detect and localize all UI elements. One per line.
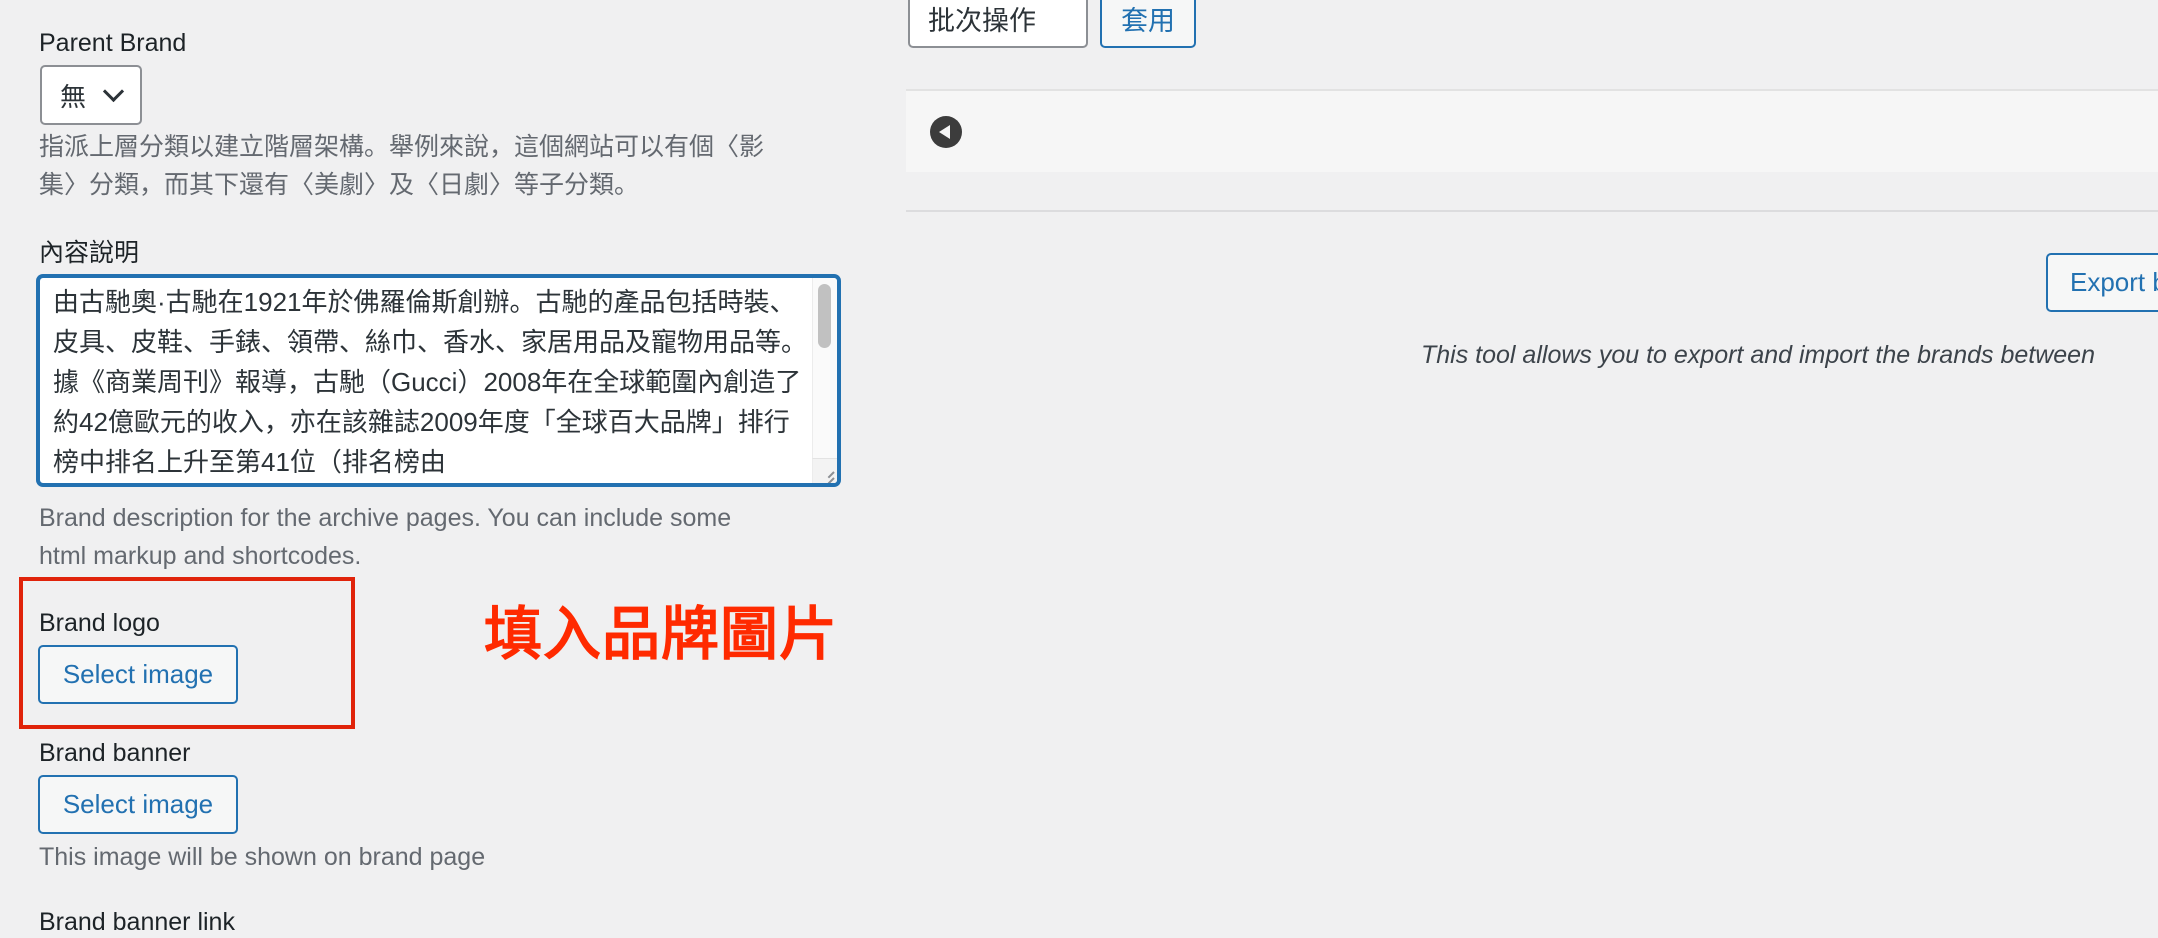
brand-banner-select-image-button[interactable]: Select image	[38, 775, 238, 834]
parent-brand-select[interactable]: 無	[40, 65, 142, 125]
brand-banner-link-label: Brand banner link	[39, 908, 235, 936]
export-brands-button[interactable]: Export brands	[2046, 253, 2158, 312]
export-tool-description: This tool allows you to export and impor…	[1421, 341, 2095, 369]
brand-banner-label: Brand banner	[39, 739, 191, 767]
chevron-down-icon	[102, 80, 125, 102]
parent-brand-label: Parent Brand	[39, 29, 187, 57]
bulk-actions-selected-value: 批次操作	[928, 5, 1036, 36]
description-textarea[interactable]: 由古馳奧·古馳在1921年於佛羅倫斯創辦。古馳的產品包括時裝、皮具、皮鞋、手錶、…	[37, 275, 840, 486]
description-scrollbar-thumb[interactable]	[818, 284, 831, 348]
section-divider	[906, 210, 2158, 212]
brand-banner-hint: This image will be shown on brand page	[39, 843, 486, 871]
apply-button[interactable]: 套用	[1100, 0, 1196, 48]
chevron-down-icon	[1050, 13, 1061, 24]
description-hint-line1: Brand description for the archive pages.…	[39, 504, 732, 532]
arrow-left-circle-icon[interactable]	[930, 116, 962, 148]
parent-brand-hint-line2: 集〉分類，而其下還有〈美劇〉及〈日劇〉等子分類。	[39, 171, 640, 199]
parent-brand-selected-value: 無	[60, 81, 87, 112]
description-scrollbar[interactable]	[812, 278, 837, 483]
resize-handle-icon[interactable]	[812, 458, 837, 483]
description-label: 內容說明	[39, 239, 140, 267]
description-hint-line2: html markup and shortcodes.	[39, 542, 362, 570]
bulk-actions-select[interactable]: 批次操作	[908, 0, 1088, 48]
brand-logo-select-image-button[interactable]: Select image	[38, 645, 238, 704]
parent-brand-hint-line1: 指派上層分類以建立階層架構。舉例來說，這個網站可以有個〈影	[39, 133, 765, 161]
annotation-text: 填入品牌圖片	[484, 602, 839, 667]
description-textarea-value: 由古馳奧·古馳在1921年於佛羅倫斯創辦。古馳的產品包括時裝、皮具、皮鞋、手錶、…	[53, 287, 808, 477]
brand-logo-label: Brand logo	[39, 609, 160, 637]
collapsed-list-panel	[906, 89, 2158, 172]
